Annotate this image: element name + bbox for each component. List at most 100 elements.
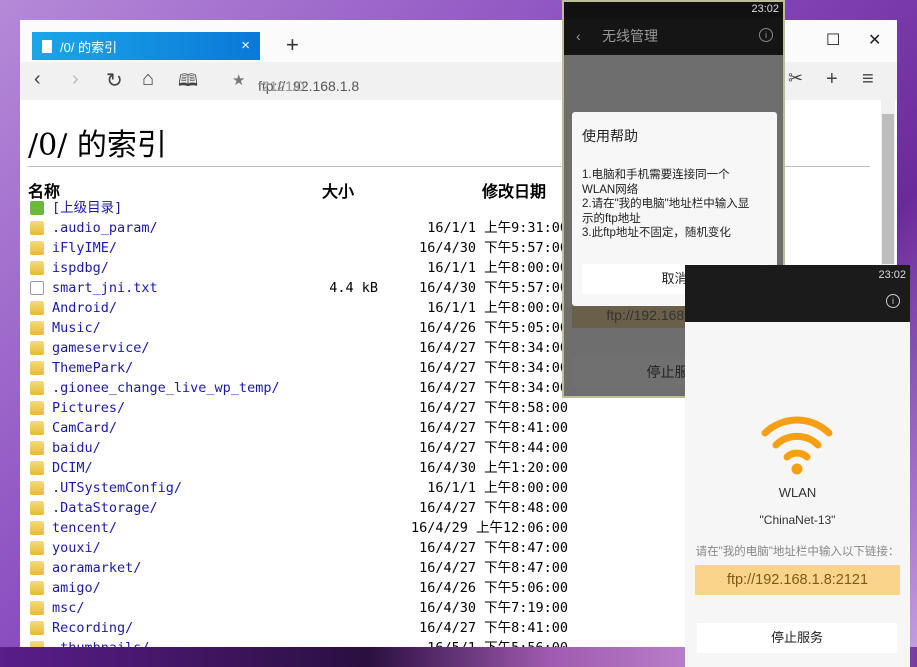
refresh-icon[interactable]: ↻: [106, 68, 123, 93]
file-link[interactable]: ThemePark/: [52, 358, 133, 378]
folder-icon: [30, 641, 44, 647]
folder-icon: [30, 501, 44, 515]
status-bar: 23:02: [564, 2, 783, 17]
file-row: Recording/ 16/4/27 下午8:41:00: [28, 618, 568, 638]
new-tab-button[interactable]: +: [286, 32, 299, 58]
file-list: [上级目录] .audio_param/ 16/1/1 上午9:31:00 iF…: [28, 198, 568, 647]
file-link[interactable]: tencent/: [52, 518, 117, 538]
app-bar: ‹ 无线管理 i: [564, 17, 783, 55]
parent-folder-icon: [30, 201, 44, 215]
info-icon[interactable]: i: [886, 294, 900, 308]
forward-icon[interactable]: ›: [72, 68, 79, 91]
dialog-body: 1.电脑和手机需要连接同一个 WLAN网络 2.请在"我的电脑"地址栏中输入显 …: [582, 168, 769, 241]
folder-icon: [30, 301, 44, 315]
file-link[interactable]: Recording/: [52, 618, 133, 638]
file-link[interactable]: DCIM/: [52, 458, 93, 478]
file-row: msc/ 16/4/30 下午7:19:00: [28, 598, 568, 618]
maximize-button[interactable]: ☐: [826, 30, 840, 50]
instruction-text: 请在"我的电脑"地址栏中输入以下链接：: [685, 543, 910, 559]
file-row: smart_jni.txt 4.4 kB 16/4/30 下午5:57:00: [28, 278, 568, 298]
file-row: CamCard/ 16/4/27 下午8:41:00: [28, 418, 568, 438]
dialog-line: 示的ftp地址: [582, 212, 769, 227]
file-link[interactable]: msc/: [52, 598, 85, 618]
back-icon[interactable]: ‹: [34, 68, 41, 91]
folder-icon: [30, 421, 44, 435]
file-link[interactable]: aoramarket/: [52, 558, 141, 578]
file-link[interactable]: .DataStorage/: [52, 498, 158, 518]
file-link[interactable]: amigo/: [52, 578, 101, 598]
home-icon[interactable]: ⌂: [142, 68, 154, 91]
scrollbar-thumb[interactable]: [882, 114, 894, 264]
folder-icon: [30, 221, 44, 235]
tab-active[interactable]: /0/ 的索引 ×: [32, 32, 260, 60]
file-link[interactable]: baidu/: [52, 438, 101, 458]
folder-icon: [30, 261, 44, 275]
folder-icon: [30, 621, 44, 635]
file-row: baidu/ 16/4/27 下午8:44:00: [28, 438, 568, 458]
file-icon: [30, 281, 44, 295]
file-link[interactable]: Pictures/: [52, 398, 125, 418]
file-row: .audio_param/ 16/1/1 上午9:31:00: [28, 218, 568, 238]
add-note-icon[interactable]: +: [826, 68, 838, 91]
folder-icon: [30, 481, 44, 495]
file-link[interactable]: CamCard/: [52, 418, 117, 438]
file-date: 16/4/30 下午5:57:00: [419, 278, 568, 298]
file-size: 4.4 kB: [329, 278, 378, 298]
reading-view-icon[interactable]: 🕮: [178, 68, 198, 97]
file-row: aoramarket/ 16/4/27 下午8:47:00: [28, 558, 568, 578]
file-date: 16/4/27 下午8:34:00: [419, 338, 568, 358]
file-date: 16/4/30 下午7:19:00: [419, 598, 568, 618]
status-bar: 23:02: [685, 265, 910, 285]
file-row: tencent/ 16/4/29 上午12:06:00: [28, 518, 568, 538]
file-link[interactable]: iFlyIME/: [52, 238, 117, 258]
file-row: youxi/ 16/4/27 下午8:47:00: [28, 538, 568, 558]
network-ssid: "ChinaNet-13": [685, 513, 910, 527]
folder-icon: [30, 321, 44, 335]
status-time: 23:02: [751, 3, 779, 15]
file-row: Pictures/ 16/4/27 下午8:58:00: [28, 398, 568, 418]
info-icon[interactable]: i: [759, 28, 773, 42]
file-date: 16/4/26 下午5:05:00: [419, 318, 568, 338]
app-title: 无线管理: [602, 28, 658, 44]
file-link[interactable]: Music/: [52, 318, 101, 338]
scissors-icon[interactable]: ✂: [788, 68, 803, 89]
file-date: 16/4/27 下午8:41:00: [419, 418, 568, 438]
file-date: 16/1/1 上午8:00:00: [427, 298, 568, 318]
close-tab-icon[interactable]: ×: [241, 37, 250, 54]
close-window-button[interactable]: ✕: [868, 30, 881, 50]
document-icon: [42, 40, 52, 53]
folder-icon: [30, 561, 44, 575]
folder-icon: [30, 521, 44, 535]
file-row: .thumbnails/ 16/5/1 下午5:56:00: [28, 638, 568, 647]
file-link[interactable]: .UTSystemConfig/: [52, 478, 182, 498]
file-link[interactable]: gameservice/: [52, 338, 150, 358]
file-date: 16/1/1 上午8:00:00: [427, 478, 568, 498]
file-date: 16/1/1 上午8:00:00: [427, 258, 568, 278]
favorite-star-icon[interactable]: ★: [232, 71, 245, 89]
wifi-icon: [761, 415, 833, 477]
folder-icon: [30, 461, 44, 475]
folder-icon: [30, 441, 44, 455]
folder-icon: [30, 541, 44, 555]
file-link[interactable]: ispdbg/: [52, 258, 109, 278]
file-date: 16/4/27 下午8:41:00: [419, 618, 568, 638]
file-link[interactable]: smart_jni.txt: [52, 278, 158, 298]
menu-icon[interactable]: ≡: [862, 68, 874, 91]
file-date: 16/4/30 上午1:20:00: [419, 458, 568, 478]
folder-icon: [30, 401, 44, 415]
file-link[interactable]: .audio_param/: [52, 218, 158, 238]
status-time: 23:02: [878, 269, 906, 281]
file-link[interactable]: .thumbnails/: [52, 638, 150, 647]
file-row: ispdbg/ 16/1/1 上午8:00:00: [28, 258, 568, 278]
file-link[interactable]: [上级目录]: [52, 198, 122, 218]
file-link[interactable]: Android/: [52, 298, 117, 318]
file-date: 16/1/1 上午9:31:00: [427, 218, 568, 238]
file-date: 16/4/30 下午5:57:00: [419, 238, 568, 258]
file-date: 16/4/27 下午8:47:00: [419, 558, 568, 578]
wlan-label: WLAN: [685, 485, 910, 500]
file-row: .UTSystemConfig/ 16/1/1 上午8:00:00: [28, 478, 568, 498]
back-icon[interactable]: ‹: [576, 17, 581, 55]
file-link[interactable]: youxi/: [52, 538, 101, 558]
stop-service-button[interactable]: 停止服务: [697, 623, 897, 653]
file-link[interactable]: .gionee_change_live_wp_temp/: [52, 378, 280, 398]
